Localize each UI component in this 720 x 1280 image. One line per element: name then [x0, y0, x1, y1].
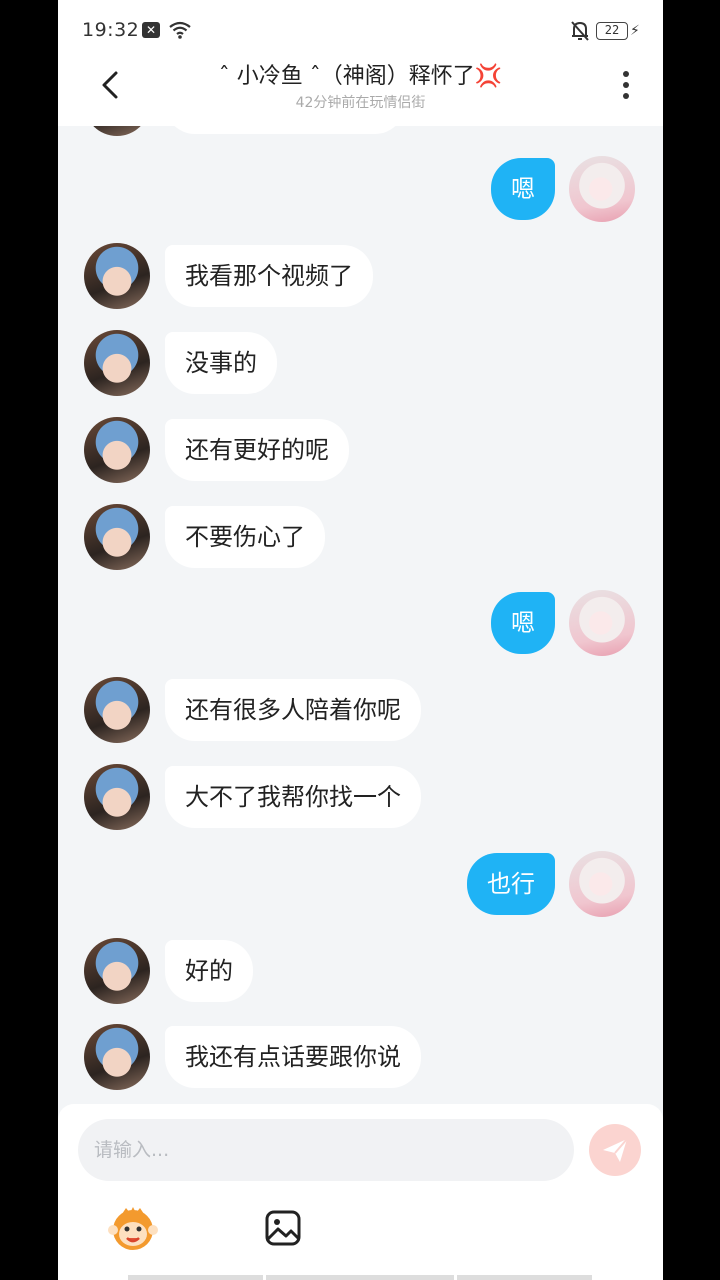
message-row: 也行 — [58, 851, 663, 921]
battery-indicator: 22 — [596, 22, 628, 40]
bottom-bar-segment — [457, 1275, 592, 1280]
friend-avatar[interactable] — [84, 677, 150, 743]
friend-avatar[interactable] — [84, 1024, 150, 1090]
message-row: 我还有点话要跟你说 — [58, 1024, 663, 1094]
monkey-emoji-icon[interactable] — [108, 1204, 158, 1252]
friend-avatar[interactable] — [84, 938, 150, 1004]
chat-screen: 19:32 ✕ 22 ⚡ ˆ 小冷鱼 ˆ（神阁）释怀了💢 42分钟前在玩情侣街 — [58, 0, 663, 1280]
bell-muted-icon — [571, 21, 589, 41]
message-row: 没事的 — [58, 330, 663, 400]
friend-avatar[interactable] — [84, 330, 150, 396]
more-dot-icon — [623, 93, 629, 99]
friend-avatar[interactable] — [84, 764, 150, 830]
message-row: 嗯 — [58, 156, 663, 226]
received-message-bubble[interactable]: 好的 — [165, 940, 253, 1002]
bottom-bar-segment — [128, 1275, 263, 1280]
message-row: 还有很多人陪着你呢 — [58, 677, 663, 747]
bottom-gesture-bar — [58, 1272, 663, 1280]
received-message-bubble[interactable]: 大不了我帮你找一个 — [165, 766, 421, 828]
sent-message-bubble[interactable]: 嗯 — [491, 158, 555, 220]
received-message-bubble[interactable]: 不要伤心了 — [165, 506, 325, 568]
status-time: 19:32 — [82, 19, 140, 41]
composer-panel — [58, 1104, 663, 1280]
my-avatar[interactable] — [569, 590, 635, 656]
message-list[interactable]: 嗯 我看那个视频了 没事的 还有更好的呢 不要伤心了 嗯 还有很多人陪着你呢 大… — [58, 126, 663, 1106]
more-dot-icon — [623, 82, 629, 88]
my-avatar[interactable] — [569, 156, 635, 222]
chat-title: ˆ 小冷鱼 ˆ（神阁）释怀了💢 — [218, 64, 503, 89]
friend-avatar[interactable] — [84, 243, 150, 309]
notification-close-icon: ✕ — [142, 22, 160, 38]
sent-message-bubble[interactable]: 嗯 — [491, 592, 555, 654]
message-row-partial — [58, 126, 663, 140]
friend-avatar[interactable] — [84, 417, 150, 483]
message-row: 好的 — [58, 938, 663, 1008]
more-options-button[interactable] — [618, 68, 634, 104]
message-row: 还有更好的呢 — [58, 417, 663, 487]
chat-status-subtitle: 42分钟前在玩情侣街 — [295, 95, 426, 111]
friend-avatar[interactable] — [84, 126, 150, 136]
send-button[interactable] — [589, 1124, 641, 1176]
message-row: 我看那个视频了 — [58, 243, 663, 313]
received-message-bubble[interactable]: 我还有点话要跟你说 — [165, 1026, 421, 1088]
message-row: 嗯 — [58, 590, 663, 660]
received-message-bubble[interactable]: 还有更好的呢 — [165, 419, 349, 481]
message-row: 大不了我帮你找一个 — [58, 764, 663, 834]
paper-plane-icon — [603, 1138, 628, 1162]
sent-message-bubble[interactable]: 也行 — [467, 853, 555, 915]
wifi-icon — [169, 21, 191, 39]
message-input[interactable] — [78, 1119, 574, 1181]
friend-avatar[interactable] — [84, 504, 150, 570]
my-avatar[interactable] — [569, 851, 635, 917]
message-row: 不要伤心了 — [58, 504, 663, 574]
status-bar: 19:32 ✕ 22 ⚡ — [58, 0, 663, 58]
received-message-bubble[interactable]: 我看那个视频了 — [165, 245, 373, 307]
more-dot-icon — [623, 71, 629, 77]
message-bubble-partial — [165, 126, 405, 134]
bottom-bar-segment — [266, 1275, 454, 1280]
received-message-bubble[interactable]: 还有很多人陪着你呢 — [165, 679, 421, 741]
received-message-bubble[interactable]: 没事的 — [165, 332, 277, 394]
image-icon[interactable] — [264, 1209, 302, 1247]
charging-icon: ⚡ — [630, 23, 640, 39]
chat-header: ˆ 小冷鱼 ˆ（神阁）释怀了💢 42分钟前在玩情侣街 — [58, 58, 663, 126]
